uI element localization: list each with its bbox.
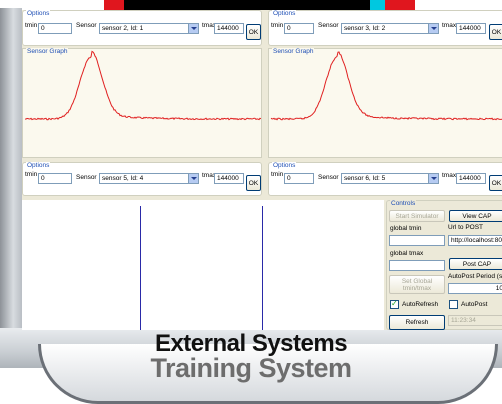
sensor-select-value: sensor 5, Id: 4	[102, 175, 144, 182]
tmax-label: tmax	[442, 172, 457, 179]
time-picker[interactable]: 11:23:34	[448, 315, 502, 326]
tmin-label: tmin	[271, 22, 284, 29]
autorefresh-checkbox[interactable]	[390, 299, 399, 309]
options-panel-2: Options tmin 0 Sensor sensor 3, Id: 2 tm…	[268, 10, 502, 46]
lower-display-area	[22, 200, 384, 330]
sensor-label: Sensor	[76, 174, 97, 181]
post-cap-button[interactable]: Post CAP	[449, 258, 502, 270]
ok-button[interactable]: OK	[246, 175, 261, 191]
sensor-select[interactable]: sensor 6, Id: 5	[341, 173, 439, 184]
tmin-label: tmin	[25, 22, 38, 29]
sensor-select-value: sensor 3, Id: 2	[344, 25, 386, 32]
sensor-graph-plot	[270, 51, 502, 121]
url-label: Url to POST	[448, 224, 484, 231]
global-tmax-label: global tmax	[390, 250, 424, 257]
autopost-label: AutoPost	[461, 301, 488, 308]
options-panel-1: Options tmin 0 Sensor sensor 2, Id: 1 tm…	[22, 10, 262, 46]
tmax-input[interactable]: 144000	[214, 173, 244, 184]
sensor-graph-1: Sensor Graph	[22, 48, 262, 158]
tmin-input[interactable]: 0	[284, 173, 314, 184]
global-tmin-input[interactable]	[389, 235, 445, 246]
sensor-graph-2: Sensor Graph	[268, 48, 502, 158]
start-simulator-button[interactable]: Start Simulator	[389, 210, 445, 222]
autopost-checkbox[interactable]	[449, 300, 458, 309]
tmax-label: tmax	[442, 22, 457, 29]
set-global-button[interactable]: Set Global tmin/tmax	[389, 275, 445, 294]
url-input[interactable]: http://localhost:800	[448, 235, 502, 246]
sensor-select-value: sensor 2, Id: 1	[102, 25, 144, 32]
autopost-period-input[interactable]: 10	[448, 283, 502, 294]
monitor-bezel-left	[0, 8, 22, 338]
sensor-label: Sensor	[318, 174, 339, 181]
refresh-button[interactable]: Refresh	[389, 315, 445, 330]
sensor-select[interactable]: sensor 5, Id: 4	[99, 173, 199, 184]
options-title: Options	[26, 10, 51, 17]
chevron-down-icon[interactable]	[428, 174, 438, 183]
global-tmax-input[interactable]	[389, 260, 445, 271]
autopost-period-label: AutoPost Period (s)	[448, 273, 502, 280]
controls-title: Controls	[390, 200, 417, 207]
tmin-input[interactable]: 0	[38, 23, 72, 34]
options-title: Options	[26, 162, 51, 169]
ok-button[interactable]: OK	[489, 24, 502, 40]
tmax-input[interactable]: 144000	[456, 23, 486, 34]
view-cap-button[interactable]: View CAP	[449, 210, 502, 222]
options-panel-3: Options tmin 0 Sensor sensor 5, Id: 4 tm…	[22, 162, 262, 196]
ok-button[interactable]: OK	[246, 24, 261, 40]
chevron-down-icon[interactable]	[428, 24, 438, 33]
global-tmin-label: global tmin	[390, 225, 422, 232]
divider-line-1	[140, 206, 141, 330]
tmin-label: tmin	[25, 171, 38, 178]
sensor-graph-line	[24, 50, 261, 121]
divider-line-2	[262, 206, 263, 330]
options-title: Options	[272, 10, 297, 17]
caption-external-systems: External Systems	[154, 330, 348, 357]
chevron-down-icon[interactable]	[188, 24, 198, 33]
sensor-graph-plot	[24, 50, 261, 121]
sensor-graph-line	[270, 51, 502, 121]
controls-panel: Controls Start Simulator View CAP global…	[386, 200, 502, 330]
options-title: Options	[272, 162, 297, 169]
sensor-select-value: sensor 6, Id: 5	[344, 175, 386, 182]
time-picker-value: 11:23:34	[451, 317, 476, 324]
tmax-input[interactable]: 144000	[456, 173, 486, 184]
sensor-label: Sensor	[76, 22, 97, 29]
tmin-label: tmin	[271, 171, 284, 178]
sensor-label: Sensor	[318, 22, 339, 29]
sensor-select[interactable]: sensor 2, Id: 1	[99, 23, 199, 34]
tmin-input[interactable]: 0	[284, 23, 314, 34]
chevron-down-icon[interactable]	[188, 174, 198, 183]
tmax-input[interactable]: 144000	[214, 23, 244, 34]
tmin-input[interactable]: 0	[38, 173, 72, 184]
ok-button[interactable]: OK	[489, 175, 502, 191]
sensor-select[interactable]: sensor 3, Id: 2	[341, 23, 439, 34]
app-screen: Options tmin 0 Sensor sensor 2, Id: 1 tm…	[22, 10, 502, 330]
options-panel-4: Options tmin 0 Sensor sensor 6, Id: 5 tm…	[268, 162, 502, 196]
autorefresh-label: AutoRefresh	[402, 301, 439, 308]
